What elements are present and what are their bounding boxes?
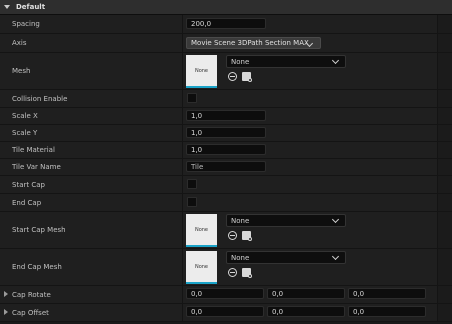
end-cap-mesh-thumbnail[interactable]: None: [186, 251, 217, 284]
column-divider: [182, 90, 183, 107]
details-panel: Default Spacing 200,0 Axis Movie Scene 3…: [0, 0, 452, 324]
tile-material-input[interactable]: 1,0: [186, 144, 266, 155]
row-spacing: Spacing 200,0: [0, 15, 452, 34]
cap-rotate-y-input[interactable]: 0,0: [267, 288, 345, 299]
tile-material-label: Tile Material: [12, 146, 55, 154]
row-tile-material: Tile Material 1,0: [0, 142, 452, 159]
column-divider: [182, 125, 183, 141]
row-reset-area: [437, 176, 452, 193]
chevron-down-icon: [331, 252, 340, 261]
end-cap-mesh-value: None: [231, 254, 250, 262]
section-title: Default: [16, 3, 46, 11]
spacing-input[interactable]: 200,0: [186, 18, 266, 29]
column-divider: [182, 34, 183, 52]
collision-enable-checkbox[interactable]: [187, 93, 197, 103]
start-cap-mesh-dropdown[interactable]: None: [226, 214, 346, 227]
column-divider: [182, 212, 183, 248]
row-end-cap: End Cap: [0, 194, 452, 212]
collapse-arrow-icon[interactable]: [4, 5, 10, 9]
scale-y-label: Scale Y: [12, 129, 38, 137]
row-reset-area: [437, 53, 452, 89]
default-section-header[interactable]: Default: [0, 0, 452, 15]
column-divider: [182, 53, 183, 89]
cap-rotate-x-input[interactable]: 0,0: [186, 288, 264, 299]
column-divider: [182, 108, 183, 124]
expand-arrow-icon[interactable]: [4, 309, 8, 315]
collision-label: Collision Enable: [12, 94, 68, 103]
row-reset-area: [437, 286, 452, 303]
axis-dropdown[interactable]: Movie Scene 3DPath Section MAX: [186, 37, 321, 49]
mesh-asset-dropdown[interactable]: None: [226, 55, 346, 68]
column-divider: [182, 249, 183, 285]
start-cap-mesh-thumbnail[interactable]: None: [186, 214, 217, 247]
mesh-thumbnail[interactable]: None: [186, 55, 217, 88]
row-reset-area: [437, 108, 452, 124]
spacing-label: Spacing: [12, 20, 40, 28]
cap-offset-x-input[interactable]: 0,0: [186, 306, 264, 317]
row-reset-area: [437, 194, 452, 211]
expand-arrow-icon[interactable]: [4, 291, 8, 297]
scale-y-input[interactable]: 1,0: [186, 127, 266, 138]
row-reset-area: [437, 249, 452, 285]
row-tile-var-name: Tile Var Name Tile: [0, 159, 452, 176]
row-reset-area: [437, 125, 452, 141]
scale-x-label: Scale X: [12, 112, 38, 120]
row-axis: Axis Movie Scene 3DPath Section MAX: [0, 34, 452, 53]
row-cap-rotate: Cap Rotate 0,0 0,0 0,0: [0, 286, 452, 304]
start-cap-mesh-value: None: [231, 217, 250, 225]
chevron-down-icon: [331, 215, 340, 224]
row-reset-area: [437, 159, 452, 175]
use-selected-asset-icon[interactable]: [228, 231, 237, 240]
axis-value: Movie Scene 3DPath Section MAX: [191, 39, 309, 47]
row-start-cap: Start Cap: [0, 176, 452, 194]
use-selected-asset-icon[interactable]: [228, 268, 237, 277]
column-divider: [182, 304, 183, 321]
tile-var-name-label: Tile Var Name: [12, 163, 61, 171]
mesh-label: Mesh: [12, 67, 31, 75]
browse-asset-icon[interactable]: [242, 231, 252, 241]
mesh-value: None: [231, 58, 250, 66]
end-cap-mesh-dropdown[interactable]: None: [226, 251, 346, 264]
row-cap-offset: Cap Offset 0,0 0,0 0,0: [0, 304, 452, 322]
cap-offset-z-input[interactable]: 0,0: [348, 306, 426, 317]
use-selected-asset-icon[interactable]: [228, 72, 237, 81]
axis-label: Axis: [12, 39, 27, 47]
row-reset-area: [437, 90, 452, 107]
end-cap-mesh-label: End Cap Mesh: [12, 263, 62, 271]
column-divider: [182, 159, 183, 175]
row-start-cap-mesh: Start Cap Mesh None None: [0, 212, 452, 249]
column-divider: [182, 176, 183, 193]
end-cap-label: End Cap: [12, 198, 42, 207]
row-mesh: Mesh None None: [0, 53, 452, 90]
end-cap-checkbox[interactable]: [187, 197, 197, 207]
scale-x-input[interactable]: 1,0: [186, 110, 266, 121]
row-reset-area: [437, 15, 452, 33]
row-reset-area: [437, 212, 452, 248]
start-cap-checkbox[interactable]: [187, 179, 197, 189]
start-cap-label: Start Cap: [12, 180, 45, 189]
column-divider: [182, 15, 183, 33]
cap-offset-y-input[interactable]: 0,0: [267, 306, 345, 317]
row-end-cap-mesh: End Cap Mesh None None: [0, 249, 452, 286]
browse-asset-icon[interactable]: [242, 72, 252, 82]
row-scale-x: Scale X 1,0: [0, 108, 452, 125]
tile-var-name-input[interactable]: Tile: [186, 161, 266, 172]
cap-rotate-label: Cap Rotate: [12, 290, 51, 299]
row-reset-area: [437, 142, 452, 158]
row-scale-y: Scale Y 1,0: [0, 125, 452, 142]
row-reset-area: [437, 304, 452, 321]
browse-asset-icon[interactable]: [242, 268, 252, 278]
row-reset-area: [437, 34, 452, 52]
row-collision-enable: Collision Enable: [0, 90, 452, 108]
chevron-down-icon: [331, 56, 340, 65]
start-cap-mesh-label: Start Cap Mesh: [12, 226, 66, 234]
cap-offset-label: Cap Offset: [12, 308, 49, 317]
column-divider: [182, 142, 183, 158]
column-divider: [182, 194, 183, 211]
column-divider: [182, 286, 183, 303]
cap-rotate-z-input[interactable]: 0,0: [348, 288, 426, 299]
